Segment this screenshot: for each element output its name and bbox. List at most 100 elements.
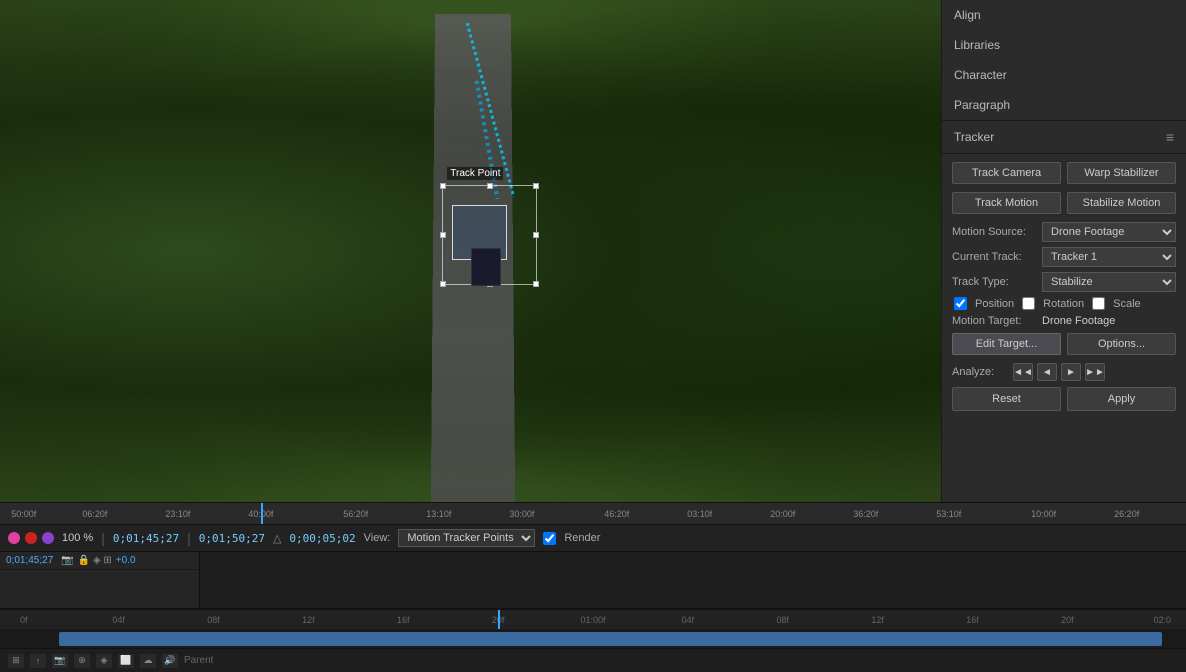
ruler-12f: 12f	[302, 615, 315, 625]
handle-bottom-left[interactable]	[440, 281, 446, 287]
timecode-marks: 50:00f 06:20f 23:10f 40:00f 56:20f 13:10…	[0, 503, 1186, 524]
track-camera-button[interactable]: Track Camera	[952, 162, 1061, 184]
scale-checkbox[interactable]	[1092, 297, 1105, 310]
video-panel: Track Point	[0, 0, 941, 502]
comp-mini-btn[interactable]: ⊞	[8, 654, 24, 668]
motion-target-row: Motion Target: Drone Footage	[952, 315, 1176, 327]
parent-label: Parent	[184, 655, 213, 666]
panel-section-nav: Align Libraries Character Paragraph	[942, 0, 1186, 121]
tracker-box[interactable]: Track Point	[442, 185, 537, 285]
track-type-select[interactable]: Stabilize	[1042, 272, 1176, 292]
bottom-playhead[interactable]	[498, 610, 500, 629]
libraries-label: Libraries	[954, 38, 1000, 52]
handle-right-mid[interactable]	[533, 232, 539, 238]
reset-button[interactable]: Reset	[952, 387, 1061, 411]
handle-bottom-right[interactable]	[533, 281, 539, 287]
ruler-08f: 08f	[207, 615, 220, 625]
analyze-play-button[interactable]: ►	[1061, 363, 1081, 381]
handle-top-left[interactable]	[440, 183, 446, 189]
align-section[interactable]: Align	[942, 0, 1186, 30]
tc-mark-2: 06:20f	[82, 509, 107, 519]
timeline-ruler[interactable]: 0f 04f 08f 12f 16f 20f 01:00f 04f 08f 12…	[0, 610, 1186, 629]
analyze-rewind-button[interactable]: ◄◄	[1013, 363, 1033, 381]
right-panel: Align Libraries Character Paragraph Trac…	[941, 0, 1186, 502]
edit-target-button[interactable]: Edit Target...	[952, 333, 1061, 355]
controls-bar: 100 % | 0;01;45;27 | 0;01;50;27 △ 0;00;0…	[0, 524, 1186, 552]
layer-icon-pink[interactable]	[8, 532, 20, 544]
render-checkbox[interactable]	[543, 532, 556, 545]
tc-mark-8: 46:20f	[604, 509, 629, 519]
ruler-04f-2: 04f	[682, 615, 695, 625]
camera-btn[interactable]: 📷	[52, 654, 68, 668]
timecode-bar[interactable]: 50:00f 06:20f 23:10f 40:00f 56:20f 13:10…	[0, 502, 1186, 524]
view-label: View:	[364, 532, 391, 544]
track-motion-button[interactable]: Track Motion	[952, 192, 1061, 214]
timecode-current[interactable]: 0;01;45;27	[113, 532, 179, 545]
tc-mark-1: 50:00f	[11, 509, 36, 519]
action-btn-row: Edit Target... Options...	[952, 333, 1176, 355]
tracker-menu-icon[interactable]: ≡	[1166, 129, 1174, 145]
tc-mark-11: 36:20f	[853, 509, 878, 519]
tc-mark-14: 26:20f	[1114, 509, 1139, 519]
tc-mark-9: 03:10f	[687, 509, 712, 519]
ruler-12f-2: 12f	[871, 615, 884, 625]
motion-source-select[interactable]: Drone Footage	[1042, 222, 1176, 242]
camera-icon-text: 📷	[61, 555, 73, 566]
track-area: 0;01;45;27 📷 🔒 ◈ ⊞ +0.0	[0, 552, 1186, 608]
handle-top-mid[interactable]	[487, 183, 493, 189]
offset-display: +0.0	[116, 555, 136, 566]
ruler-16f-2: 16f	[966, 615, 979, 625]
analyze-forward-button[interactable]: ►►	[1085, 363, 1105, 381]
ruler-04f: 04f	[112, 615, 125, 625]
tc-mark-6: 13:10f	[426, 509, 451, 519]
timecode-in-point[interactable]: 0;01;50;27	[199, 532, 265, 545]
tc-mark-13: 10:00f	[1031, 509, 1056, 519]
libraries-section[interactable]: Libraries	[942, 30, 1186, 60]
paragraph-label: Paragraph	[954, 98, 1010, 112]
warp-stabilizer-button[interactable]: Warp Stabilizer	[1067, 162, 1176, 184]
reset-apply-row: Reset Apply	[952, 387, 1176, 411]
timecode-playhead[interactable]	[261, 503, 263, 524]
layer-icon-purple[interactable]	[42, 532, 54, 544]
character-section[interactable]: Character	[942, 60, 1186, 90]
visible-btn[interactable]: ☁	[140, 654, 156, 668]
current-track-select[interactable]: Tracker 1	[1042, 247, 1176, 267]
motion-source-row: Motion Source: Drone Footage	[952, 222, 1176, 242]
handle-left-mid[interactable]	[440, 232, 446, 238]
bottom-timeline: 0f 04f 08f 12f 16f 20f 01:00f 04f 08f 12…	[0, 608, 1186, 648]
checkbox-row: Position Rotation Scale	[952, 297, 1176, 310]
position-checkbox[interactable]	[954, 297, 967, 310]
tc-mark-3: 23:10f	[165, 509, 190, 519]
video-background: Track Point	[0, 0, 941, 502]
bottom-controls: ⊞ ↑ 📷 ⊕ ◈ ⬜ ☁ 🔊 Parent	[0, 648, 1186, 672]
options-button[interactable]: Options...	[1067, 333, 1176, 355]
current-time-label: 0;01;45;27	[6, 555, 53, 566]
audio-btn[interactable]: 🔊	[162, 654, 178, 668]
timeline-footage-bar[interactable]	[59, 632, 1162, 646]
tracker-header: Tracker ≡	[942, 121, 1186, 154]
tracker-title: Tracker	[954, 130, 994, 144]
view-select[interactable]: Motion Tracker Points	[398, 529, 535, 547]
track-timeline	[200, 552, 1186, 608]
solo-btn[interactable]: ◈	[96, 654, 112, 668]
rotation-checkbox[interactable]	[1022, 297, 1035, 310]
handle-top-right[interactable]	[533, 183, 539, 189]
analyze-back-button[interactable]: ◄	[1037, 363, 1057, 381]
character-label: Character	[954, 68, 1007, 82]
render-label: Render	[564, 532, 600, 544]
lock-btn[interactable]: ⬜	[118, 654, 134, 668]
tracker-inner-box	[452, 205, 507, 260]
timecode-duration[interactable]: 0;00;05;02	[289, 532, 355, 545]
analyze-label: Analyze:	[952, 366, 1007, 378]
paragraph-section[interactable]: Paragraph	[942, 90, 1186, 120]
ruler-0f: 0f	[20, 615, 28, 625]
ruler-08f-2: 08f	[776, 615, 789, 625]
nav-btn[interactable]: ↑	[30, 654, 46, 668]
layer-icon-red[interactable]	[25, 532, 37, 544]
current-time-row: 0;01;45;27 📷 🔒 ◈ ⊞ +0.0	[0, 552, 199, 570]
rotation-checkbox-label: Rotation	[1043, 298, 1084, 310]
apply-button[interactable]: Apply	[1067, 387, 1176, 411]
layers-btn[interactable]: ⊕	[74, 654, 90, 668]
timeline-area: 50:00f 06:20f 23:10f 40:00f 56:20f 13:10…	[0, 502, 1186, 672]
stabilize-motion-button[interactable]: Stabilize Motion	[1067, 192, 1176, 214]
